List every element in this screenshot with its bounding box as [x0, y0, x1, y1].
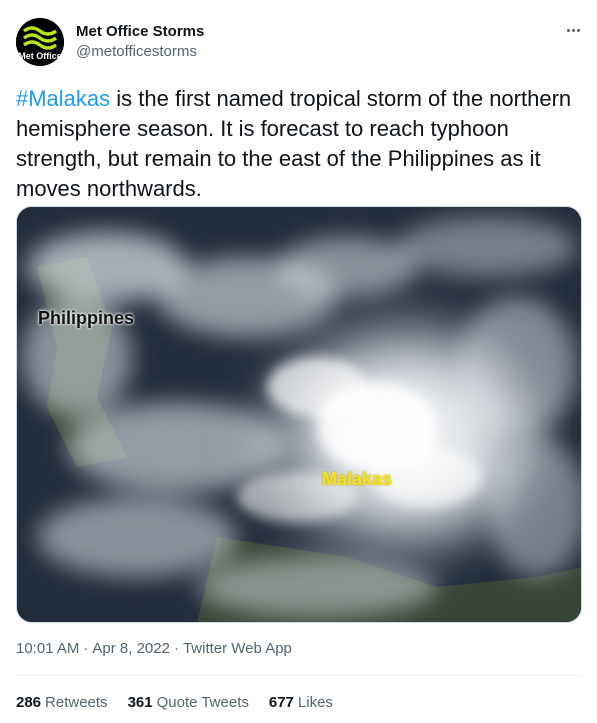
hashtag-link[interactable]: #Malakas — [16, 86, 110, 111]
author-name[interactable]: Met Office Storms — [76, 23, 204, 40]
tweet-stats: 286 Retweets 361 Quote Tweets 677 Likes — [16, 694, 333, 711]
tweet: Met Office Met Office Storms @metoffices… — [0, 0, 597, 723]
met-office-logo-icon: Met Office — [16, 18, 64, 66]
quote-tweets-count: 361 — [127, 694, 153, 711]
more-options-icon[interactable] — [558, 18, 588, 42]
retweets-stat[interactable]: 286 Retweets — [16, 694, 108, 711]
likes-stat[interactable]: 677 Likes — [269, 694, 333, 711]
satellite-image[interactable]: Philippines Malakas — [16, 206, 582, 623]
meta-separator: · — [173, 640, 179, 657]
tweet-meta: 10:01 AM · Apr 8, 2022 · Twitter Web App — [16, 640, 292, 657]
avatar-logo-text: Met Office — [18, 51, 62, 61]
label-malakas: Malakas — [322, 469, 393, 489]
divider — [16, 675, 581, 676]
tweet-time[interactable]: 10:01 AM — [16, 640, 79, 657]
meta-separator: · — [83, 640, 89, 657]
quote-tweets-label: Quote Tweets — [156, 694, 249, 711]
tweet-date[interactable]: Apr 8, 2022 — [92, 640, 170, 657]
likes-count: 677 — [268, 694, 294, 711]
tweet-text: #Malakas is the first named tropical sto… — [16, 84, 581, 204]
label-philippines: Philippines — [38, 308, 135, 328]
quote-tweets-stat[interactable]: 361 Quote Tweets — [128, 694, 249, 711]
avatar[interactable]: Met Office — [16, 18, 64, 66]
retweets-label: Retweets — [45, 694, 108, 711]
likes-label: Likes — [297, 694, 333, 711]
retweets-count: 286 — [16, 694, 42, 711]
author-handle[interactable]: @metofficestorms — [76, 43, 197, 60]
tweet-source-app[interactable]: Twitter Web App — [183, 640, 292, 657]
